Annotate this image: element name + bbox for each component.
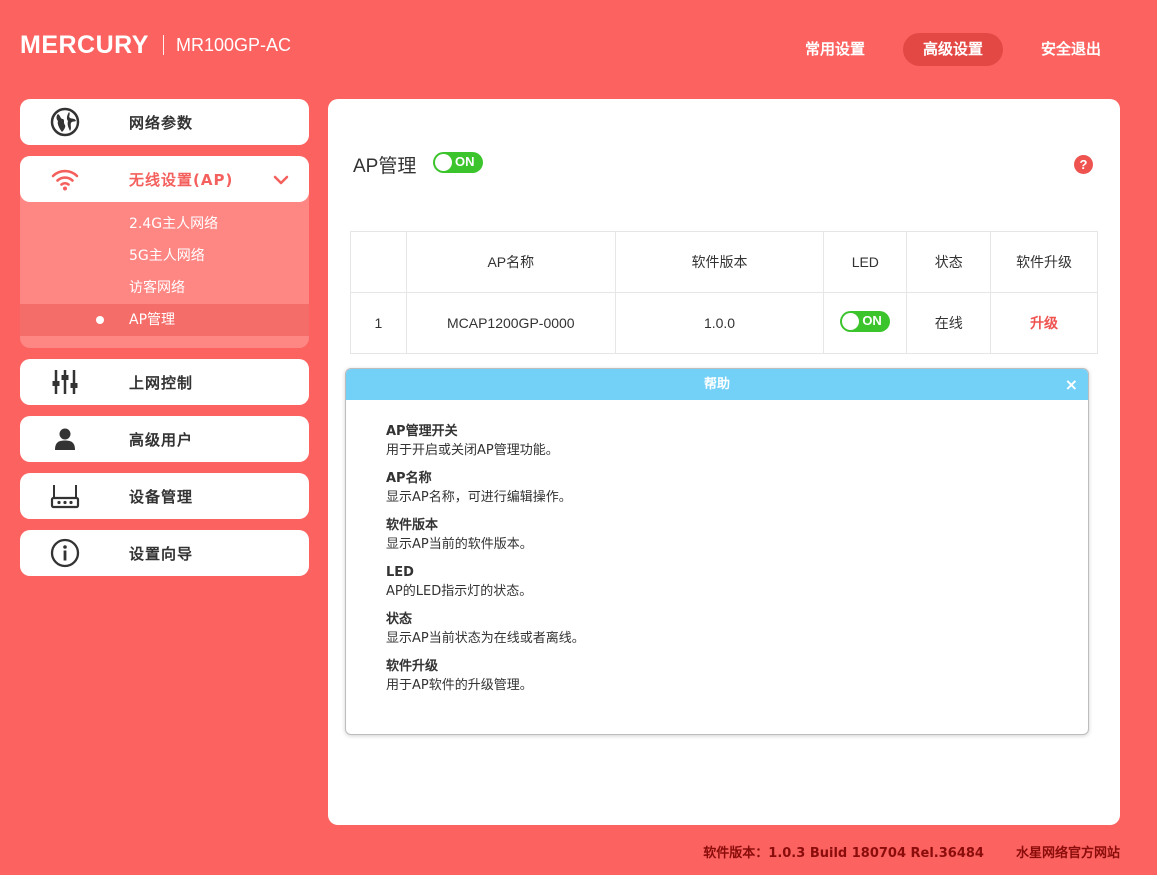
help-dialog-title: 帮助 [703, 377, 730, 392]
footer: 软件版本：1.0.3 Build 180704 Rel.36484 水星网络官方… [703, 842, 1120, 861]
sidebar-subitem-24g[interactable]: 2.4G主人网络 [20, 208, 309, 240]
row-index: 1 [350, 292, 407, 354]
sidebar-subitem-label: AP管理 [129, 312, 176, 328]
sidebar-item-access-control[interactable]: 上网控制 [20, 359, 309, 405]
upgrade-link[interactable]: 升级 [990, 292, 1098, 354]
toggle-label: ON [862, 313, 882, 328]
help-dialog-body: AP管理开关 用于开启或关闭AP管理功能。 AP名称 显示AP名称，可进行编辑操… [346, 400, 1088, 695]
logo-divider [162, 35, 164, 55]
official-website-link[interactable]: 水星网络官方网站 [1016, 842, 1120, 861]
help-dialog-header: 帮助 × [346, 369, 1088, 400]
toggle-knob [435, 154, 452, 171]
help-dialog: 帮助 × AP管理开关 用于开启或关闭AP管理功能。 AP名称 显示AP名称，可… [345, 368, 1089, 735]
sidebar-item-label: 高级用户 [129, 430, 194, 449]
help-entry-heading: 软件版本 [386, 518, 439, 533]
chevron-down-icon[interactable] [273, 172, 289, 191]
help-entry: 状态 显示AP当前状态为在线或者离线。 [386, 610, 1088, 648]
ap-table: AP名称 软件版本 LED 状态 软件升级 1 MCAP1200GP-0000 … [350, 231, 1098, 354]
sidebar: 网络参数 无线设置(AP) 2.4G主人网络 5G主人网络 访客网络 AP管理 … [20, 99, 309, 587]
toggle-label: ON [455, 154, 475, 169]
column-header-index [350, 231, 407, 293]
sidebar-item-label: 上网控制 [129, 373, 194, 392]
help-entry-description: 显示AP当前状态为在线或者离线。 [386, 631, 585, 646]
sidebar-item-label: 网络参数 [129, 113, 194, 132]
software-version-cell: 1.0.0 [614, 292, 825, 354]
model-name: MR100GP-AC [175, 34, 291, 55]
help-entry: LED AP的LED指示灯的状态。 [386, 563, 1088, 601]
help-entry-description: 用于AP软件的升级管理。 [386, 678, 533, 693]
wireless-submenu: 2.4G主人网络 5G主人网络 访客网络 AP管理 [20, 202, 309, 336]
close-icon[interactable]: × [1065, 369, 1078, 400]
sidebar-item-advanced-user[interactable]: 高级用户 [20, 416, 309, 462]
help-entry: AP名称 显示AP名称，可进行编辑操作。 [386, 469, 1088, 507]
status-cell: 在线 [906, 292, 992, 354]
led-cell: ON [823, 292, 908, 354]
table-header-row: AP名称 软件版本 LED 状态 软件升级 [350, 231, 1098, 293]
sidebar-item-network[interactable]: 网络参数 [20, 99, 309, 145]
logo: MERCURY MR100GP-AC [20, 30, 291, 60]
nav-common-settings[interactable]: 常用设置 [785, 33, 885, 66]
sidebar-subitem-guest[interactable]: 访客网络 [20, 272, 309, 304]
help-entry-heading: AP管理开关 [386, 424, 458, 439]
help-entry-description: AP的LED指示灯的状态。 [386, 584, 533, 599]
column-header-software-version: 软件版本 [614, 231, 825, 293]
column-header-status: 状态 [906, 231, 992, 293]
brand-logo: MERCURY [20, 30, 149, 59]
sidebar-item-device-management[interactable]: 设备管理 [20, 473, 309, 519]
top-nav: 常用设置 高级设置 安全退出 [785, 33, 1121, 66]
user-icon [50, 424, 80, 454]
help-entry-description: 显示AP名称，可进行编辑操作。 [386, 490, 572, 505]
ap-name-cell[interactable]: MCAP1200GP-0000 [405, 292, 616, 354]
help-entry: 软件升级 用于AP软件的升级管理。 [386, 657, 1088, 695]
help-entry-description: 用于开启或关闭AP管理功能。 [386, 443, 559, 458]
ap-management-toggle[interactable]: ON [433, 152, 483, 173]
router-icon [50, 481, 80, 511]
help-entry: 软件版本 显示AP当前的软件版本。 [386, 516, 1088, 554]
help-entry-heading: 软件升级 [386, 659, 439, 674]
table-row: 1 MCAP1200GP-0000 1.0.0 ON 在线 升级 [350, 292, 1098, 354]
page-title: AP管理 [353, 156, 417, 177]
help-entry-description: 显示AP当前的软件版本。 [386, 537, 533, 552]
column-header-ap-name: AP名称 [405, 231, 616, 293]
column-header-led: LED [823, 231, 908, 293]
footer-version: 软件版本：1.0.3 Build 180704 Rel.36484 [703, 846, 984, 861]
sidebar-subitem-ap-management[interactable]: AP管理 [20, 304, 309, 336]
nav-logout[interactable]: 安全退出 [1021, 33, 1121, 66]
column-header-upgrade: 软件升级 [990, 231, 1098, 293]
led-toggle[interactable]: ON [840, 311, 891, 332]
sidebar-item-label: 无线设置(AP) [129, 170, 234, 189]
help-entry-heading: 状态 [386, 612, 413, 627]
help-entry-heading: AP名称 [386, 471, 432, 486]
sidebar-item-setup-wizard[interactable]: 设置向导 [20, 530, 309, 576]
help-entry: AP管理开关 用于开启或关闭AP管理功能。 [386, 422, 1088, 460]
help-icon[interactable]: ? [1074, 155, 1093, 174]
nav-advanced-settings[interactable]: 高级设置 [902, 33, 1003, 66]
sidebar-item-wireless[interactable]: 无线设置(AP) [20, 156, 309, 202]
sliders-icon [50, 367, 80, 397]
help-entry-heading: LED [386, 565, 414, 580]
globe-icon [50, 107, 80, 137]
sidebar-subitem-5g[interactable]: 5G主人网络 [20, 240, 309, 272]
sidebar-group-wireless: 无线设置(AP) 2.4G主人网络 5G主人网络 访客网络 AP管理 [20, 156, 309, 348]
sidebar-item-label: 设备管理 [129, 487, 194, 506]
wifi-icon [50, 164, 80, 194]
sidebar-item-label: 设置向导 [129, 544, 194, 563]
active-dot-icon [96, 316, 104, 324]
toggle-knob [842, 313, 860, 330]
info-icon [50, 538, 80, 568]
